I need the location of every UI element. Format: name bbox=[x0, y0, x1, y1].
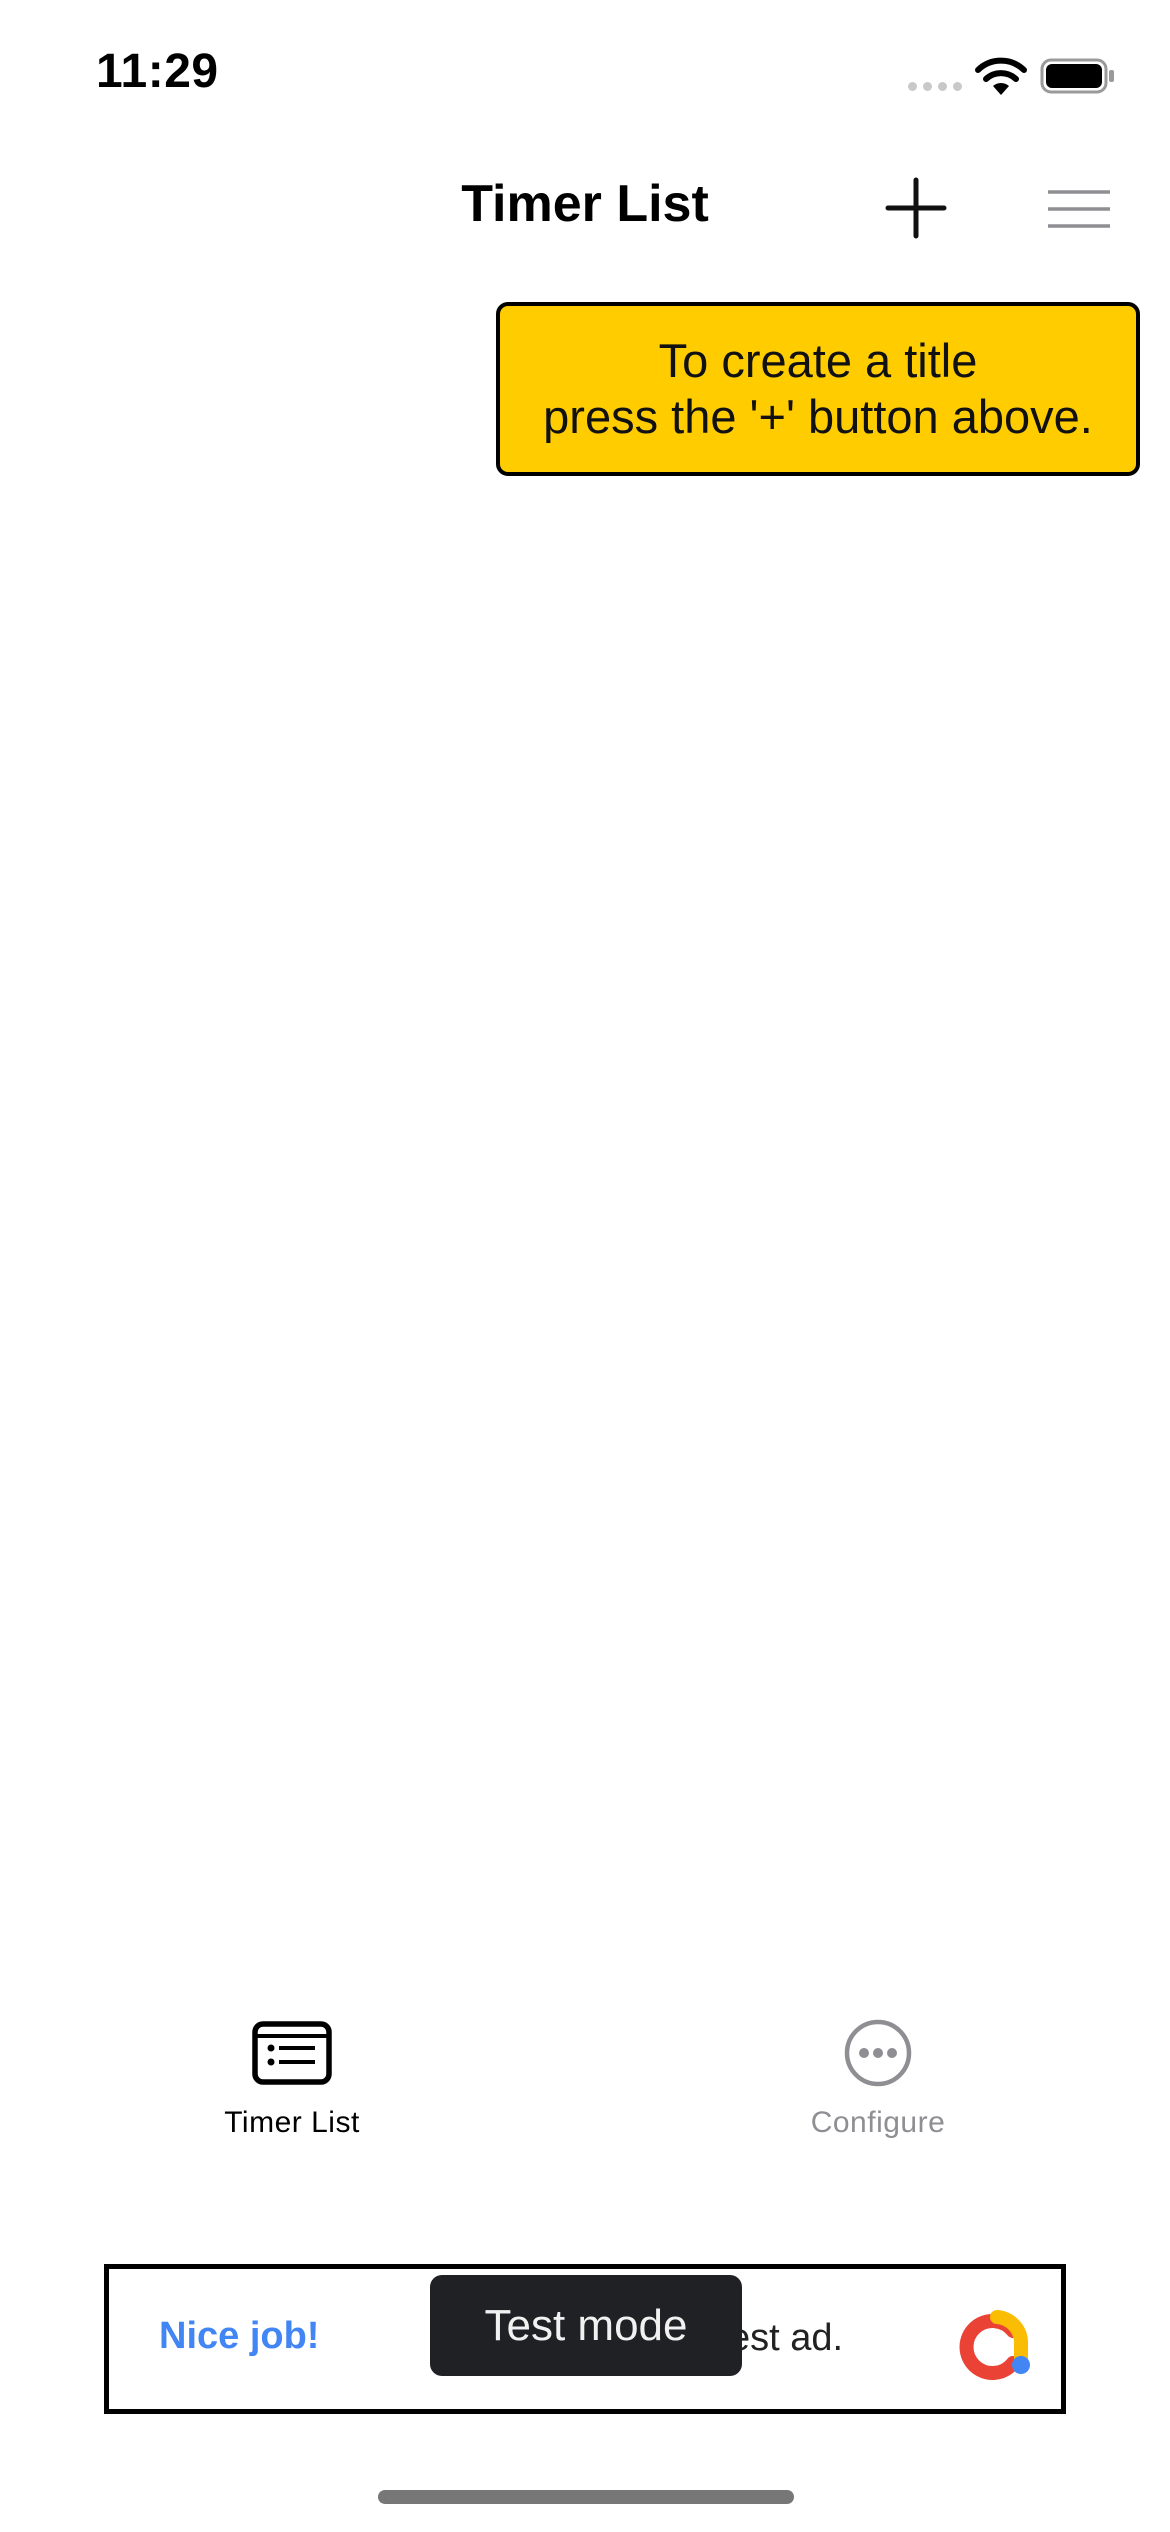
navigation-bar: Timer List bbox=[0, 150, 1170, 270]
add-timer-button[interactable] bbox=[880, 172, 952, 244]
tab-timer-list[interactable]: Timer List bbox=[142, 2018, 442, 2158]
create-title-tooltip: To create a title press the '+' button a… bbox=[496, 302, 1140, 476]
home-indicator[interactable] bbox=[378, 2490, 794, 2504]
tab-bar: Timer List Configure bbox=[0, 2000, 1170, 2160]
battery-icon bbox=[1040, 58, 1114, 94]
tab-label-timer-list: Timer List bbox=[224, 2106, 360, 2139]
tab-configure[interactable]: Configure bbox=[728, 2018, 1028, 2158]
list-card-icon bbox=[252, 2021, 332, 2085]
page-title: Timer List bbox=[461, 175, 709, 233]
tab-label-configure: Configure bbox=[810, 2106, 946, 2139]
status-time: 11:29 bbox=[96, 45, 219, 98]
ad-headline: Nice job! bbox=[159, 2315, 320, 2357]
admob-logo-icon bbox=[959, 2310, 1030, 2380]
tooltip-line-2: press the '+' button above. bbox=[543, 390, 1093, 443]
test-mode-badge: Test mode bbox=[430, 2275, 742, 2376]
menu-button[interactable] bbox=[1044, 184, 1114, 234]
ellipsis-circle-icon bbox=[844, 2019, 912, 2087]
status-bar: 11:29 bbox=[0, 0, 1170, 150]
tooltip-line-1: To create a title bbox=[658, 334, 978, 387]
cellular-signal-icon bbox=[908, 82, 964, 94]
ad-text: est ad. bbox=[729, 2317, 844, 2359]
wifi-icon bbox=[975, 57, 1027, 95]
